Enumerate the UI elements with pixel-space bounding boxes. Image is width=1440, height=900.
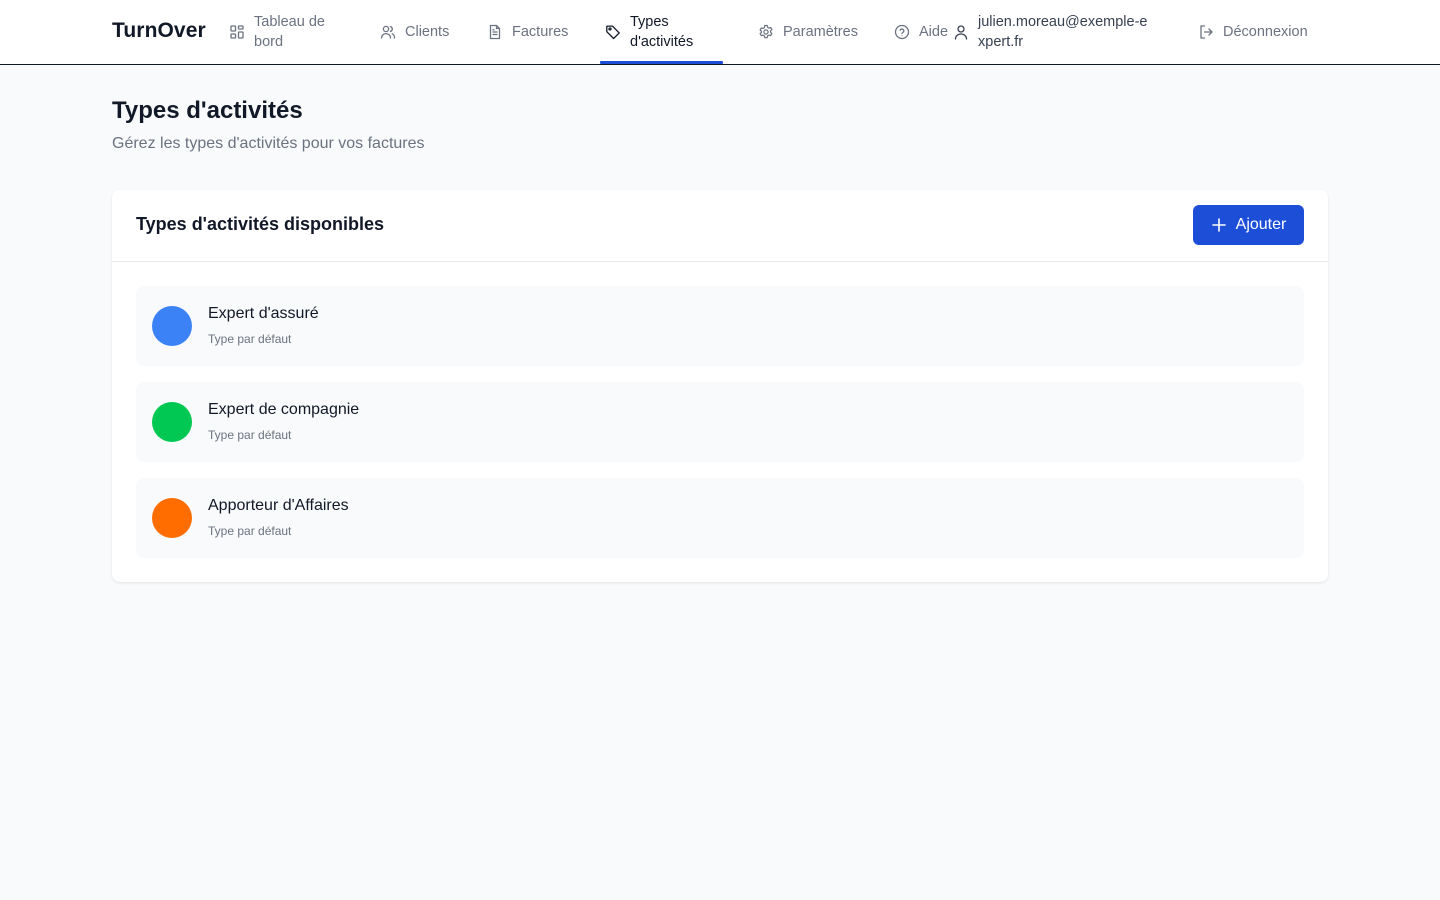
color-dot xyxy=(152,498,192,538)
users-icon xyxy=(380,24,396,40)
nav-item-invoices[interactable]: Factures xyxy=(487,0,568,64)
card-header: Types d'activités disponibles Ajouter xyxy=(112,190,1328,262)
list-item[interactable]: Expert d'assuré Type par défaut xyxy=(136,286,1304,366)
document-icon xyxy=(487,24,503,40)
type-description: Type par défaut xyxy=(208,428,292,442)
tag-icon xyxy=(605,24,621,40)
grid-icon xyxy=(229,24,245,40)
brand-logo[interactable]: TurnOver xyxy=(112,19,206,43)
nav-item-help[interactable]: Aide xyxy=(894,0,948,64)
type-name: Apporteur d'Affaires xyxy=(208,497,349,514)
color-dot xyxy=(152,402,192,442)
nav-item-clients[interactable]: Clients xyxy=(380,0,449,64)
color-dot xyxy=(152,306,192,346)
type-description: Type par défaut xyxy=(208,524,292,538)
card-title: Types d'activités disponibles xyxy=(136,214,385,234)
nav-label-settings: Paramètres xyxy=(783,24,858,40)
type-name: Expert de compagnie xyxy=(208,401,360,418)
nav-item-settings[interactable]: Paramètres xyxy=(758,0,858,64)
list-item[interactable]: Apporteur d'Affaires Type par défaut xyxy=(136,478,1304,558)
nav-label-activity-types: Types d'activités xyxy=(630,14,694,50)
logout-label: Déconnexion xyxy=(1223,24,1308,40)
help-circle-icon xyxy=(894,24,910,40)
logout-icon xyxy=(1198,24,1214,40)
nav-label-invoices: Factures xyxy=(512,24,569,40)
gear-icon xyxy=(758,24,774,40)
type-description: Type par défaut xyxy=(208,332,292,346)
nav-item-dashboard[interactable]: Tableau de bord xyxy=(229,0,354,64)
type-name: Expert d'assuré xyxy=(208,305,319,322)
page-subtitle: Gérez les types d'activités pour vos fac… xyxy=(112,135,425,152)
user-menu[interactable]: julien.moreau@exemple-expert.fr xyxy=(953,0,1153,64)
nav-label-help: Aide xyxy=(919,24,949,40)
nav-item-activity-types[interactable]: Types d'activités xyxy=(600,0,723,64)
add-button[interactable]: Ajouter xyxy=(1193,205,1304,245)
user-email: julien.moreau@exemple-expert.fr xyxy=(978,14,1148,50)
nav-label-clients: Clients xyxy=(405,24,450,40)
logout-button[interactable]: Déconnexion xyxy=(1198,0,1308,64)
activity-types-card: Types d'activités disponibles Ajouter Ex… xyxy=(112,190,1328,582)
plus-icon xyxy=(1211,217,1227,233)
nav-label-dashboard: Tableau de bord xyxy=(254,14,325,50)
user-icon xyxy=(953,24,969,40)
top-navbar: TurnOver Tableau de bord Clients Facture… xyxy=(0,0,1440,65)
add-button-label: Ajouter xyxy=(1235,216,1287,233)
list-item[interactable]: Expert de compagnie Type par défaut xyxy=(136,382,1304,462)
page-title: Types d'activités xyxy=(112,97,303,124)
